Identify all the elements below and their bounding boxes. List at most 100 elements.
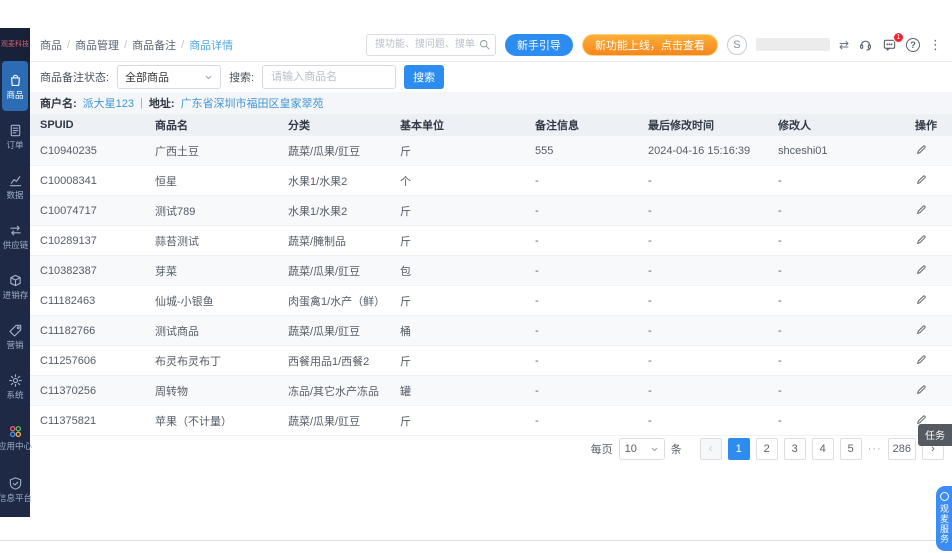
cell-actions: [905, 285, 952, 316]
pagination-page[interactable]: 5: [839, 438, 862, 460]
app-screen: 观麦科技 商品订单数据 供应链 进销存营销系统 应用中心信息平台 商品 / 商品管理 / 商…: [0, 0, 952, 553]
cell-category: 蔬菜/瓜果/豇豆: [278, 136, 390, 166]
column-header: 备注信息: [525, 114, 638, 136]
breadcrumb-separator: /: [124, 38, 128, 51]
pagination-page[interactable]: 4: [811, 438, 834, 460]
products-table-wrap: SPUID 商品名 分类 基本单位 备注信息 最后修改时间 修改人 操作 C10940235 广…: [30, 114, 952, 436]
page-bottom-border: [0, 540, 952, 541]
sidebar-item-app-center[interactable]: 应用中心: [0, 411, 32, 463]
search-icon[interactable]: [478, 38, 491, 51]
pagination-page[interactable]: 2: [755, 438, 778, 460]
cell-actions: [905, 375, 952, 406]
promo-button[interactable]: 新功能上线，点击查看: [581, 33, 718, 56]
cell-name: 广西土豆: [145, 136, 278, 166]
breadcrumb-item[interactable]: 商品管理: [75, 37, 119, 53]
cell-unit: 斤: [390, 136, 525, 166]
pagination-prev[interactable]: ‹: [699, 438, 722, 460]
edit-icon[interactable]: [915, 233, 928, 246]
sidebar-nav-bottom: 应用中心 信息平台: [0, 411, 32, 515]
cell-unit: 斤: [390, 225, 525, 256]
cell-actions: [905, 165, 952, 196]
product-search-input[interactable]: [262, 65, 397, 89]
pagination-page[interactable]: 3: [783, 438, 806, 460]
support-icon[interactable]: [858, 37, 873, 52]
table-row: C10940235 广西土豆 蔬菜/瓜果/豇豆斤 555 2024-04-16 15:1…: [30, 136, 952, 166]
sidebar-item-system[interactable]: 系统: [2, 361, 28, 411]
search-button[interactable]: 搜索: [404, 65, 445, 89]
sidebar-item-goods[interactable]: 商品: [2, 61, 28, 111]
edit-icon[interactable]: [915, 353, 928, 366]
merchant-name-link[interactable]: 派大星123: [83, 95, 134, 111]
cell-note: -: [525, 165, 638, 196]
breadcrumb-separator: /: [181, 38, 185, 51]
cell-editor: -: [768, 405, 905, 436]
help-icon[interactable]: ?: [906, 37, 920, 52]
cell-editor: -: [768, 195, 905, 226]
cell-category: 蔬菜/瓜果/豇豆: [278, 315, 390, 346]
sidebar-item-supply-chain[interactable]: 供应链: [2, 211, 28, 261]
cell-spuid: C11182463: [30, 285, 145, 316]
global-search-input[interactable]: [365, 33, 496, 56]
sidebar-item-label: 营销: [6, 339, 24, 350]
merchant-name-label: 商户名:: [40, 98, 77, 110]
cell-modified: -: [638, 225, 768, 256]
guide-button[interactable]: 新手引导: [504, 33, 573, 56]
cell-spuid: C11182766: [30, 315, 145, 346]
cell-editor: -: [768, 255, 905, 286]
sidebar: 观麦科技 商品订单数据 供应链 进销存营销系统 应用中心信息平台: [0, 28, 32, 517]
cell-actions: [905, 255, 952, 286]
sidebar-item-info-platform[interactable]: 信息平台: [0, 463, 32, 515]
edit-icon[interactable]: [915, 383, 928, 396]
merchant-bar: 商户名: 派大星123 | 地址: 广东省深圳市福田区皇家翠苑: [30, 92, 952, 114]
breadcrumb-item[interactable]: 商品: [40, 37, 62, 53]
pagination-page[interactable]: 1: [727, 438, 750, 460]
cell-modified: -: [638, 405, 768, 436]
products-table: SPUID 商品名 分类 基本单位 备注信息 最后修改时间 修改人 操作 C10940235 广…: [30, 114, 952, 436]
message-badge: 1: [893, 32, 904, 43]
sidebar-item-inventory[interactable]: 进销存: [2, 261, 28, 311]
edit-icon[interactable]: [915, 173, 928, 186]
marketing-tag-icon: [8, 323, 23, 338]
table-row: C10074717 测试789 水果1/水果2 斤 - - -: [30, 195, 952, 226]
switch-account-icon[interactable]: ⇄: [839, 39, 849, 51]
cell-spuid: C11375821: [30, 405, 145, 436]
per-page-select[interactable]: 10: [618, 438, 665, 460]
sidebar-item-marketing[interactable]: 营销: [2, 311, 28, 361]
status-select[interactable]: 全部商品: [117, 65, 222, 89]
message-icon[interactable]: 1: [882, 32, 904, 52]
table-header-row: SPUID 商品名 分类 基本单位 备注信息 最后修改时间 修改人 操作: [30, 114, 952, 136]
more-menu-icon[interactable]: ⋮: [929, 38, 942, 51]
edit-icon[interactable]: [915, 293, 928, 306]
status-select-value: 全部商品: [125, 72, 170, 84]
per-page-value: 10: [624, 443, 637, 455]
top-bar-right: 新手引导 新功能上线，点击查看 S ⇄ 1 ? ⋮: [365, 32, 942, 56]
avatar[interactable]: S: [726, 34, 747, 55]
table-row: C10008341 恒星 水果1/水果2 个 - - -: [30, 165, 952, 196]
cell-spuid: C10382387: [30, 255, 145, 286]
sidebar-item-orders[interactable]: 订单: [2, 111, 28, 161]
cell-editor: -: [768, 285, 905, 316]
edit-icon[interactable]: [915, 143, 928, 156]
cell-modified: -: [638, 345, 768, 376]
cell-actions: [905, 315, 952, 346]
sidebar-item-label: 应用中心: [0, 440, 33, 451]
merchant-divider: |: [140, 97, 143, 109]
edit-icon[interactable]: [915, 263, 928, 276]
edit-icon[interactable]: [915, 323, 928, 336]
order-icon: [8, 123, 23, 138]
edit-icon[interactable]: [915, 203, 928, 216]
cell-name: 苹果（不计量）: [145, 405, 278, 436]
breadcrumb-item[interactable]: 商品备注: [132, 37, 176, 53]
sidebar-item-label: 订单: [6, 139, 24, 150]
cell-editor: -: [768, 165, 905, 196]
task-tag[interactable]: 任务: [918, 424, 952, 446]
service-button[interactable]: 观麦服务: [936, 486, 952, 551]
pagination-page[interactable]: 286: [887, 438, 916, 460]
cell-modified: -: [638, 255, 768, 286]
merchant-addr-link[interactable]: 广东省深圳市福田区皇家翠苑: [181, 95, 324, 111]
service-button-label: 观麦服务: [939, 504, 949, 544]
app-logo: 观麦科技: [0, 28, 30, 61]
breadcrumb-item: 商品详情: [189, 39, 234, 52]
sidebar-item-data[interactable]: 数据: [2, 161, 28, 211]
column-header: 最后修改时间: [638, 114, 768, 136]
